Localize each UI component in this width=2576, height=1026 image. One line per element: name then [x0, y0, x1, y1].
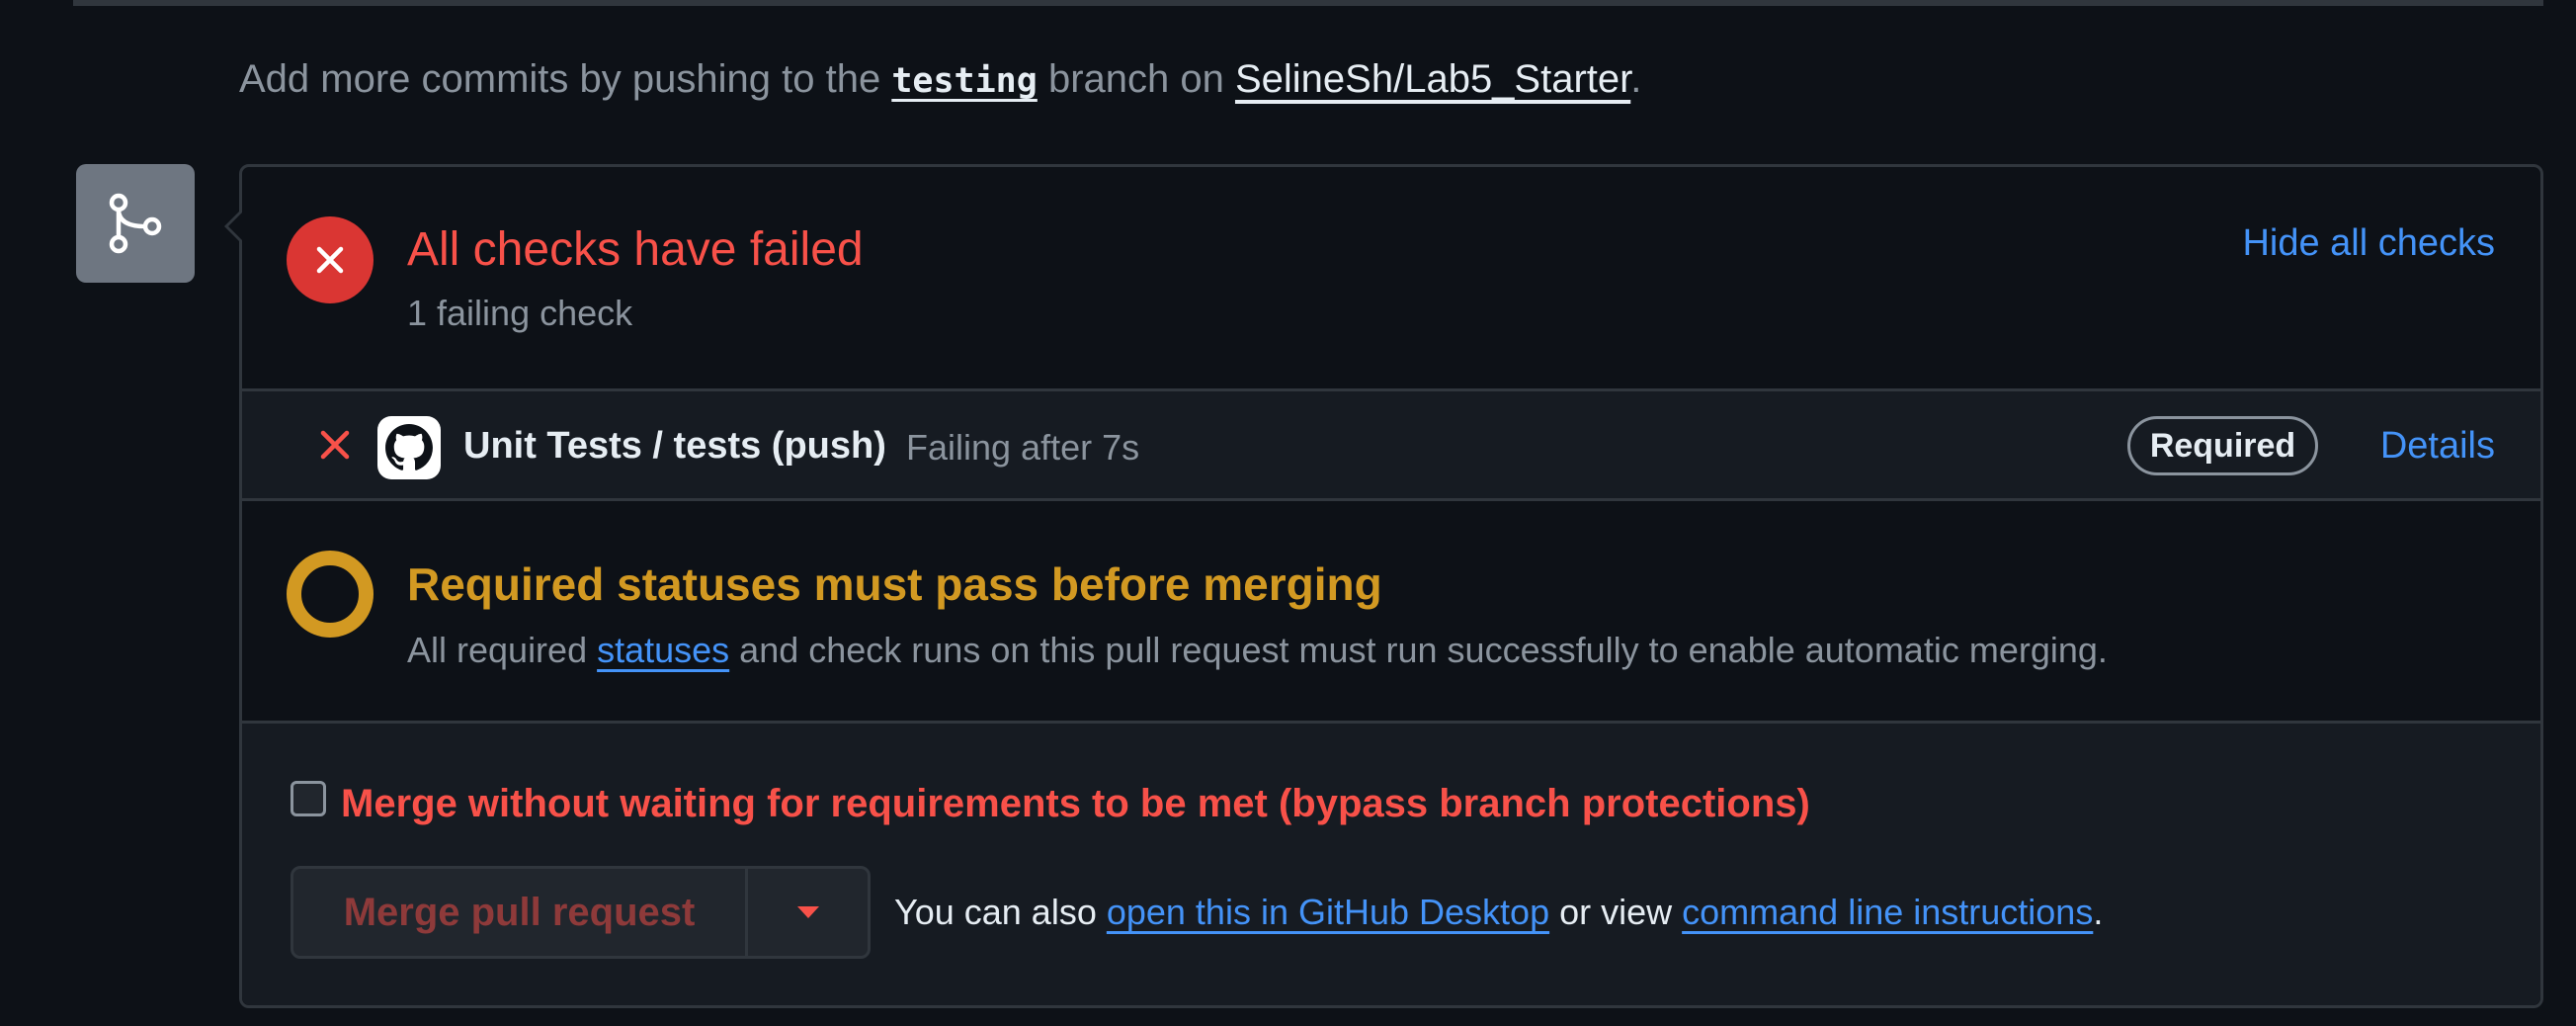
github-logo-icon — [385, 424, 433, 470]
add-commits-suffix: . — [1630, 57, 1642, 101]
pending-status-icon — [287, 551, 374, 638]
bypass-label[interactable]: Merge without waiting for requirements t… — [341, 782, 1810, 826]
required-desc-suffix: and check runs on this pull request must… — [729, 630, 2108, 670]
check-status: Failing after 7s — [906, 427, 1140, 468]
check-row: Unit Tests / tests (push) Failing after … — [242, 388, 2540, 501]
add-commits-hint: Add more commits by pushing to the testi… — [239, 57, 1641, 102]
check-details-link[interactable]: Details — [2380, 425, 2495, 468]
alt-middle: or view — [1549, 892, 1683, 932]
timeline-top-divider — [73, 0, 2543, 6]
branch-name[interactable]: testing — [891, 61, 1038, 101]
command-line-instructions-link[interactable]: command line instructions — [1682, 892, 2093, 932]
required-statuses-section: Required statuses must pass before mergi… — [242, 501, 2540, 724]
failure-status-icon — [287, 216, 374, 303]
check-name: Unit Tests / tests (push) — [463, 425, 886, 467]
merge-box: All checks have failed 1 failing check H… — [224, 164, 2543, 1008]
merge-pull-request-button[interactable]: Merge pull request — [293, 869, 748, 956]
add-commits-middle: branch on — [1037, 57, 1235, 101]
required-desc-prefix: All required — [407, 630, 598, 670]
x-icon — [316, 246, 344, 274]
box-pointer-fill — [228, 212, 243, 241]
required-badge: Required — [2127, 416, 2318, 475]
alt-suffix: . — [2093, 892, 2104, 932]
github-actions-icon — [377, 416, 441, 479]
required-statuses-title: Required statuses must pass before mergi… — [407, 558, 1382, 610]
git-branch-icon — [109, 193, 162, 254]
github-desktop-link[interactable]: open this in GitHub Desktop — [1107, 892, 1549, 932]
required-statuses-description: All required statuses and check runs on … — [407, 630, 2108, 671]
add-commits-prefix: Add more commits by pushing to the — [239, 57, 892, 101]
repo-link[interactable]: SelineSh/Lab5_Starter — [1235, 57, 1630, 101]
git-merge-badge — [76, 164, 195, 283]
merge-section: Merge without waiting for requirements t… — [242, 724, 2540, 1005]
caret-down-icon — [796, 906, 819, 918]
merge-button-group: Merge pull request — [291, 866, 871, 959]
statuses-link[interactable]: statuses — [597, 630, 729, 670]
failed-x-icon — [320, 430, 350, 460]
checks-summary: All checks have failed 1 failing check H… — [242, 167, 2540, 388]
checks-title: All checks have failed — [407, 223, 864, 276]
bypass-checkbox[interactable] — [291, 781, 326, 816]
merge-options-dropdown[interactable] — [748, 869, 868, 956]
alt-prefix: You can also — [894, 892, 1107, 932]
merge-alternatives-hint: You can also open this in GitHub Desktop… — [894, 892, 2103, 933]
hide-all-checks-button[interactable]: Hide all checks — [2242, 222, 2495, 265]
checks-subtitle: 1 failing check — [407, 293, 633, 333]
